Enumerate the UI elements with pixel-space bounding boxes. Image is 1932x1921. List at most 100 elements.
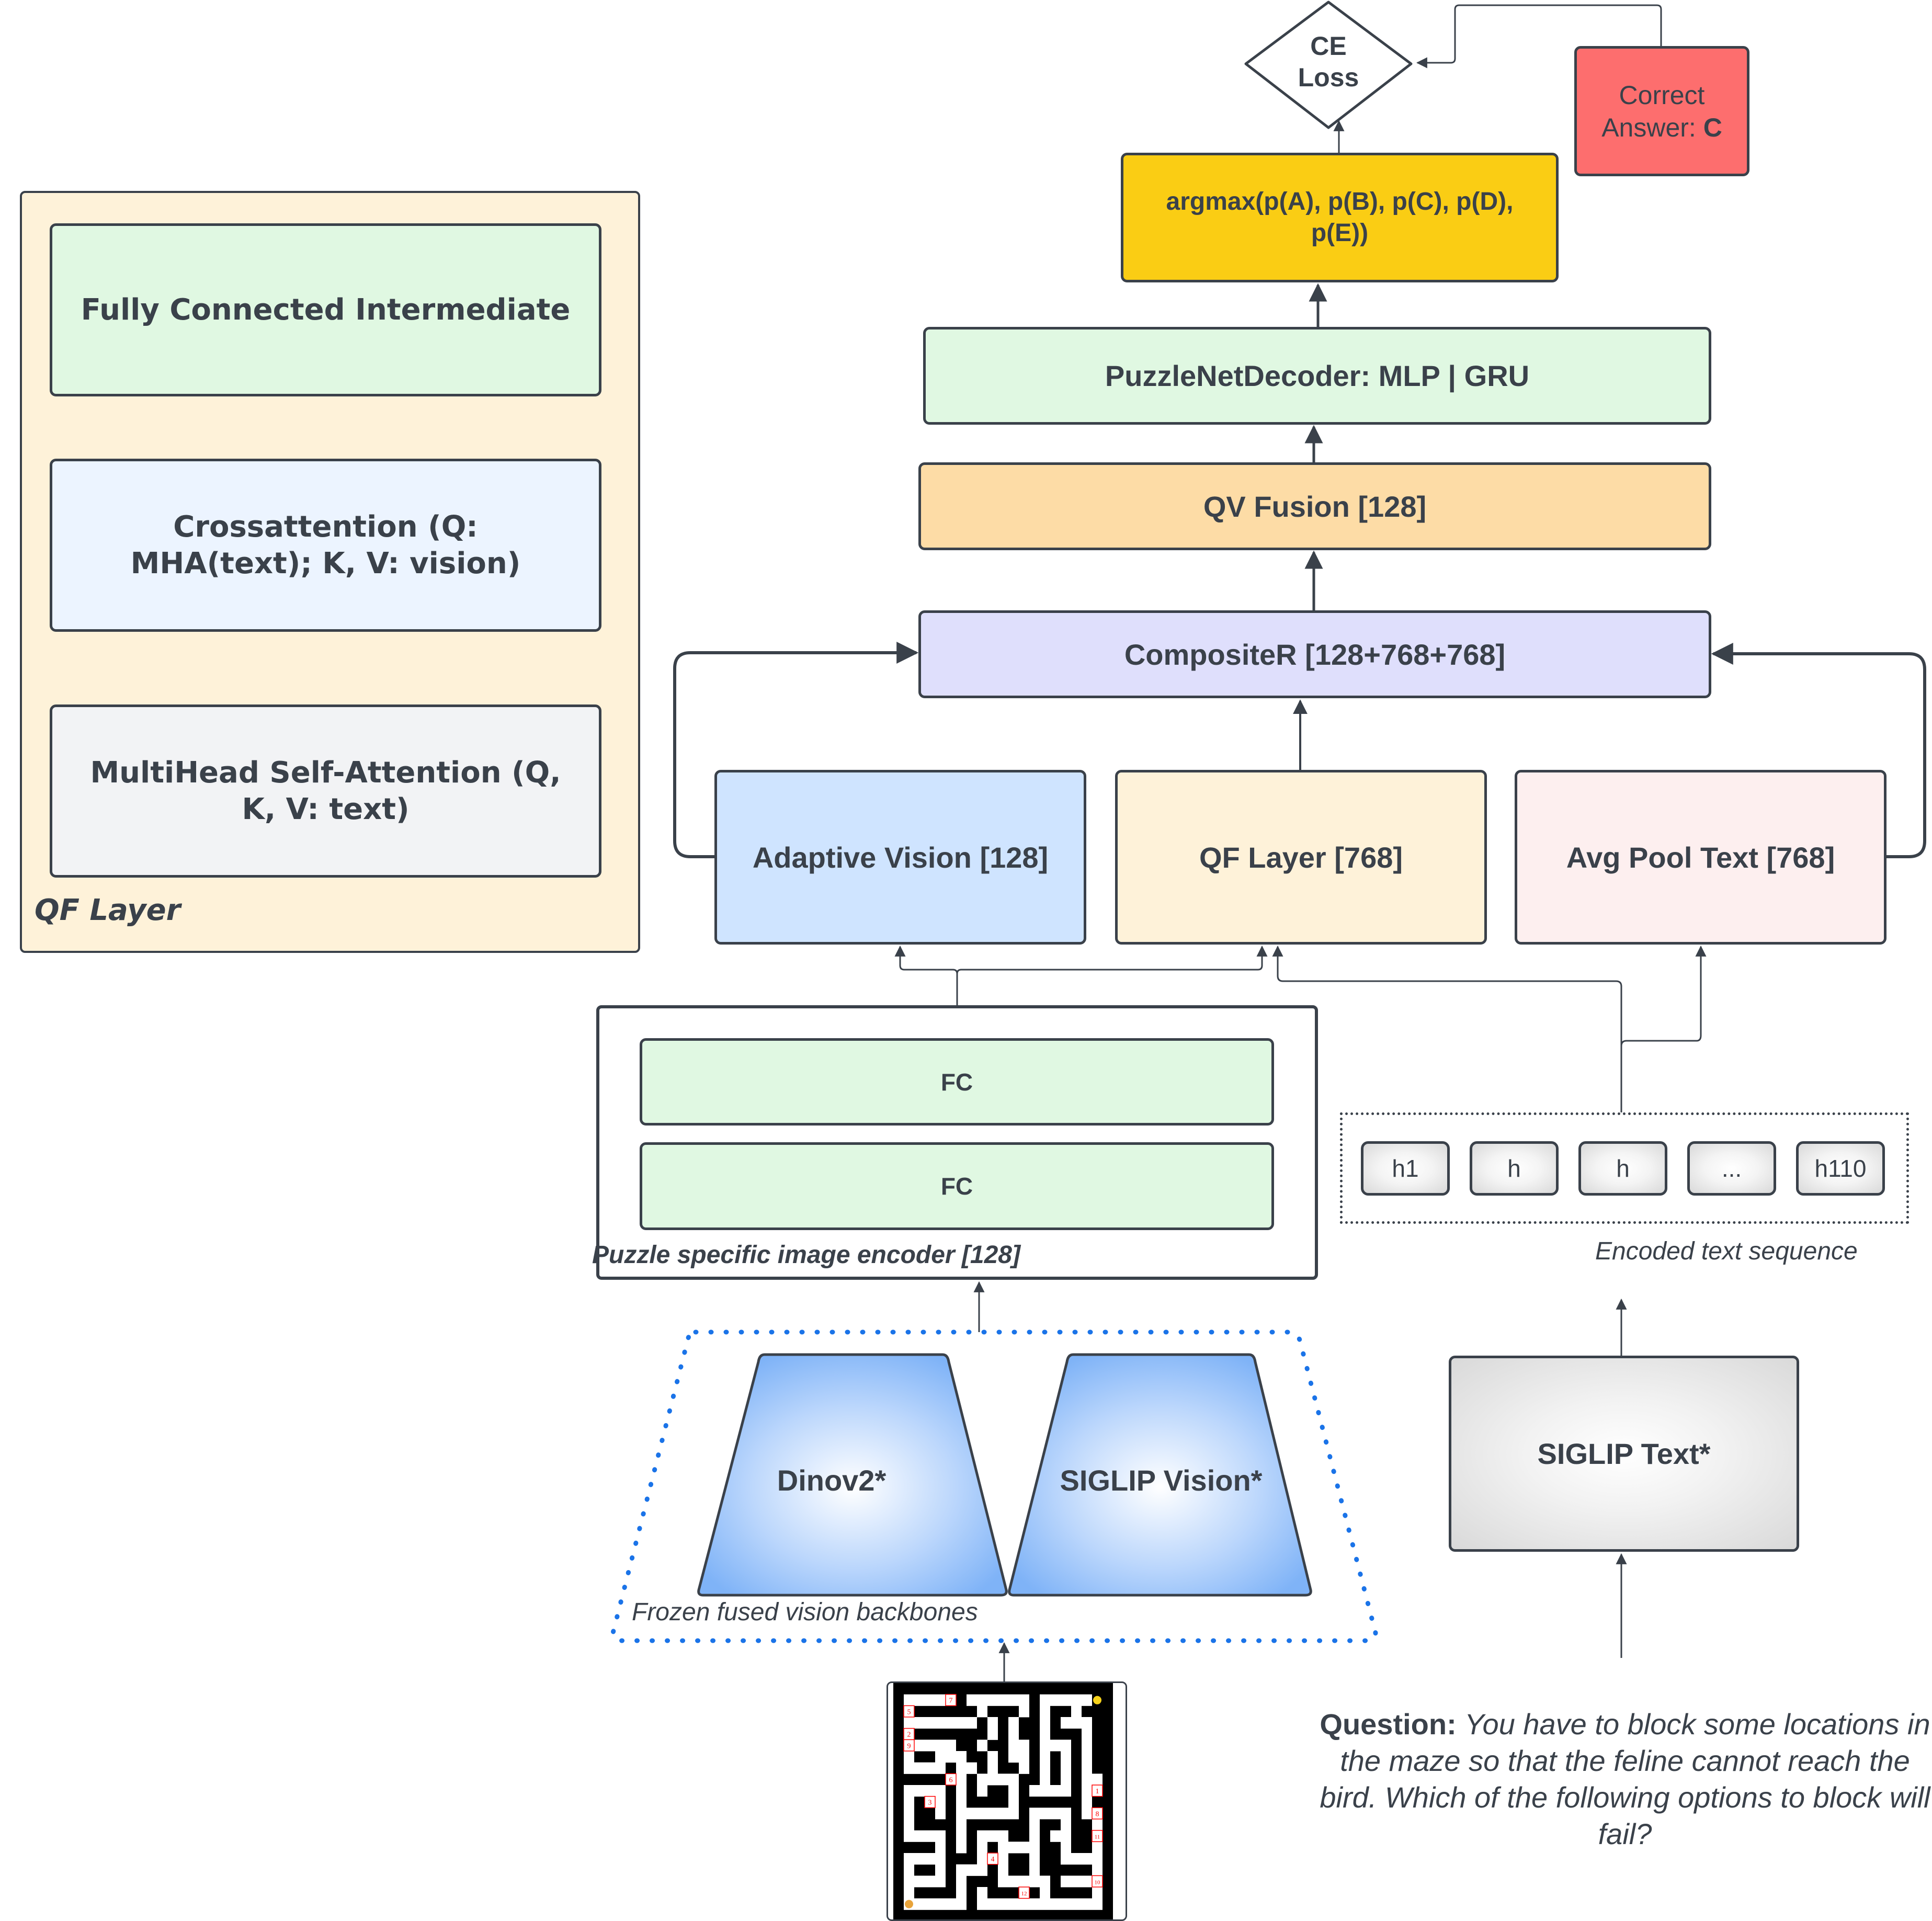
dinov2-label: Dinov2* bbox=[777, 1464, 887, 1497]
maze-path-cell bbox=[1061, 1762, 1071, 1774]
maze-path-cell bbox=[987, 1728, 998, 1740]
svg-text:12: 12 bbox=[1021, 1891, 1027, 1897]
maze-path-cell bbox=[956, 1898, 967, 1910]
maze-path-cell bbox=[1082, 1762, 1092, 1774]
multihead-attention-label: MultiHead Self-Attention (Q, K, V: text) bbox=[90, 755, 561, 826]
maze-path-cell bbox=[904, 1853, 914, 1865]
maze-path-cell bbox=[1040, 1808, 1050, 1820]
maze-path-cell bbox=[935, 1898, 946, 1910]
maze-path-cell bbox=[1082, 1740, 1092, 1752]
maze-path-cell bbox=[1071, 1717, 1082, 1729]
maze-path-cell bbox=[956, 1751, 967, 1763]
fc-bottom-box: FC bbox=[640, 1142, 1274, 1230]
fully-connected-block: Fully Connected Intermediate bbox=[50, 223, 601, 396]
maze-path-cell bbox=[1019, 1706, 1029, 1718]
maze-path-cell bbox=[1008, 1728, 1019, 1740]
maze-path-cell bbox=[1019, 1740, 1029, 1752]
maze-path-cell bbox=[925, 1898, 935, 1910]
encoded-text-caption: Encoded text sequence bbox=[1595, 1237, 1858, 1265]
frozen-backbones-caption: Frozen fused vision backbones bbox=[632, 1598, 978, 1626]
maze-path-cell bbox=[977, 1842, 987, 1854]
maze-path-cell bbox=[1008, 1898, 1019, 1910]
maze-path-cell bbox=[925, 1717, 935, 1729]
arrow-text-to-qf bbox=[1272, 945, 1622, 1112]
maze-path-cell bbox=[1061, 1853, 1071, 1865]
maze-path-cell bbox=[977, 1864, 987, 1876]
maze-path-cell bbox=[1082, 1694, 1092, 1706]
maze-path-cell bbox=[1082, 1751, 1092, 1763]
maze-path-cell bbox=[914, 1875, 925, 1888]
maze-path-cell bbox=[956, 1796, 967, 1808]
maze-path-cell bbox=[998, 1864, 1008, 1876]
adaptive-vision-label: Adaptive Vision [128] bbox=[752, 840, 1049, 874]
crossattention-label: Crossattention (Q: MHA(text); K, V: visi… bbox=[130, 509, 521, 581]
ce-loss-line2: Loss bbox=[1298, 63, 1359, 92]
image-encoder-caption: Puzzle specific image encoder [128] bbox=[592, 1241, 1020, 1269]
maze-path-cell bbox=[956, 1842, 967, 1854]
adaptive-vision-box: Adaptive Vision [128] bbox=[714, 770, 1086, 945]
maze-path-cell bbox=[946, 1740, 956, 1752]
maze-path-cell bbox=[1019, 1751, 1029, 1763]
svg-text:1: 1 bbox=[1096, 1788, 1099, 1795]
maze-path-cell bbox=[1071, 1853, 1082, 1865]
maze-path-cell bbox=[1040, 1751, 1050, 1763]
maze-path-cell bbox=[925, 1694, 935, 1706]
maze-path-cell bbox=[956, 1762, 967, 1774]
maze-path-cell bbox=[1092, 1819, 1103, 1831]
maze-marker-4: 4 bbox=[987, 1852, 998, 1865]
maze-path-cell bbox=[914, 1853, 925, 1865]
maze-path-cell bbox=[1008, 1808, 1019, 1820]
maze-path-cell bbox=[1071, 1706, 1082, 1718]
maze-path-cell bbox=[1040, 1875, 1050, 1888]
qf-layer-box: QF Layer [768] bbox=[1115, 770, 1487, 945]
maze-path-cell bbox=[904, 1694, 914, 1706]
maze-path-cell bbox=[914, 1740, 925, 1752]
maze-path-cell bbox=[1061, 1785, 1071, 1797]
maze-path-cell bbox=[1082, 1774, 1092, 1786]
qv-fusion-box: QV Fusion [128] bbox=[918, 462, 1711, 550]
maze-path-cell bbox=[1019, 1898, 1029, 1910]
maze-path-cell bbox=[935, 1808, 946, 1820]
token-h2: h bbox=[1470, 1141, 1559, 1196]
maze-path-cell bbox=[904, 1796, 914, 1808]
maze-path-cell bbox=[1061, 1740, 1071, 1752]
maze-path-cell bbox=[946, 1898, 956, 1910]
maze-path-cell bbox=[1019, 1762, 1029, 1774]
maze-path-cell bbox=[925, 1830, 935, 1842]
maze-path-cell bbox=[1050, 1694, 1061, 1706]
maze-path-cell bbox=[1029, 1830, 1040, 1842]
maze-path-cell bbox=[1029, 1842, 1040, 1854]
svg-text:6: 6 bbox=[949, 1776, 953, 1784]
maze-marker-10: 10 bbox=[1092, 1875, 1103, 1888]
maze-marker-3: 3 bbox=[924, 1795, 936, 1809]
maze-path-cell bbox=[987, 1717, 998, 1729]
maze-path-cell bbox=[956, 1864, 967, 1876]
maze-path-cell bbox=[1061, 1830, 1071, 1842]
maze-path-cell bbox=[925, 1785, 935, 1797]
maze-path-cell bbox=[1040, 1694, 1050, 1706]
maze-path-cell bbox=[914, 1785, 925, 1797]
maze-path-cell bbox=[1050, 1808, 1061, 1820]
maze-path-cell bbox=[946, 1751, 956, 1763]
maze-path-cell bbox=[1092, 1887, 1103, 1899]
maze-svg: 752963181141012 bbox=[893, 1683, 1113, 1919]
maze-marker-5: 5 bbox=[903, 1705, 915, 1718]
maze-path-cell bbox=[1092, 1864, 1103, 1876]
maze-path-cell bbox=[935, 1853, 946, 1865]
maze-path-cell bbox=[1092, 1853, 1103, 1865]
maze-path-cell bbox=[977, 1808, 987, 1820]
cat-icon bbox=[905, 1900, 913, 1908]
arrow-text-to-avgpool bbox=[1620, 945, 1707, 1047]
argmax-box: argmax(p(A), p(B), p(C), p(D), p(E)) bbox=[1121, 153, 1559, 282]
maze-path-cell bbox=[1008, 1717, 1019, 1729]
maze-path-cell bbox=[987, 1774, 998, 1786]
maze-path-cell bbox=[904, 1717, 914, 1729]
maze-path-cell bbox=[1008, 1740, 1019, 1752]
maze-path-cell bbox=[987, 1751, 998, 1763]
multihead-attention-block: MultiHead Self-Attention (Q, K, V: text) bbox=[50, 704, 601, 878]
qf-panel-caption: QF Layer bbox=[35, 893, 181, 927]
maze-path-cell bbox=[1040, 1887, 1050, 1899]
maze-path-cell bbox=[904, 1819, 914, 1831]
fc-top-box: FC bbox=[640, 1038, 1274, 1126]
chick-icon bbox=[1093, 1696, 1101, 1704]
